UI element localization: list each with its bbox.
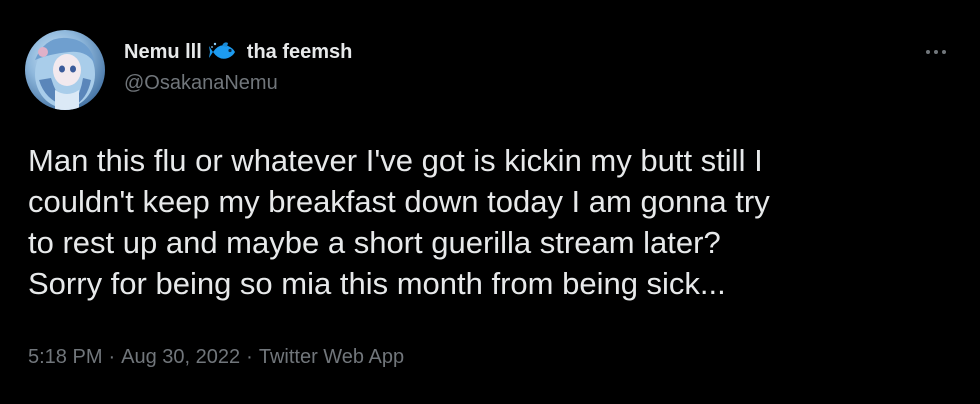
tweet-meta: 5:18 PM · Aug 30, 2022 · Twitter Web App xyxy=(28,346,404,369)
more-dot-icon xyxy=(942,50,946,54)
more-options-button[interactable] xyxy=(918,38,954,66)
tweet-source[interactable]: Twitter Web App xyxy=(259,346,404,369)
fish-icon xyxy=(208,40,239,64)
avatar[interactable] xyxy=(25,30,105,110)
meta-separator: · xyxy=(246,346,253,368)
user-handle[interactable]: @OsakanaNemu xyxy=(124,72,278,95)
display-name-suffix[interactable]: tha feemsh xyxy=(247,41,353,64)
tweet-date[interactable]: Aug 30, 2022 xyxy=(121,346,240,369)
more-dot-icon xyxy=(934,50,938,54)
tweet-text: Man this flu or whatever I've got is kic… xyxy=(28,143,770,301)
more-dot-icon xyxy=(926,50,930,54)
avatar-image xyxy=(35,37,95,110)
tweet-card: Nemu lll tha feemsh @OsakanaNemu Man thi… xyxy=(0,0,980,404)
tweet-time[interactable]: 5:18 PM xyxy=(28,346,102,369)
meta-separator: · xyxy=(108,346,116,368)
author-name-row: Nemu lll tha feemsh xyxy=(124,40,352,64)
display-name[interactable]: Nemu lll xyxy=(124,41,202,64)
